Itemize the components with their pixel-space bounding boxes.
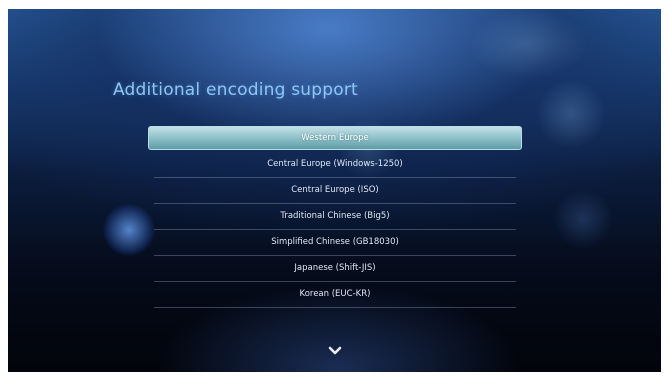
encoding-item-korean-euc-kr[interactable]: Korean (EUC-KR) [154,282,516,308]
encoding-item-simplified-chinese-gb18030[interactable]: Simplified Chinese (GB18030) [154,230,516,256]
encoding-item-japanese-shift-jis[interactable]: Japanese (Shift-JIS) [154,256,516,282]
bokeh-light [536,79,606,149]
bokeh-light [468,9,588,79]
encoding-item-western-europe[interactable]: Western Europe [148,126,522,150]
encoding-list: Western Europe Central Europe (Windows-1… [148,126,522,308]
page-title: Additional encoding support [113,80,358,100]
chevron-down-icon[interactable] [328,346,342,356]
bokeh-light [553,189,613,249]
encoding-item-central-europe-windows-1250[interactable]: Central Europe (Windows-1250) [154,152,516,178]
encoding-item-traditional-chinese-big5[interactable]: Traditional Chinese (Big5) [154,204,516,230]
encoding-item-central-europe-iso[interactable]: Central Europe (ISO) [154,178,516,204]
